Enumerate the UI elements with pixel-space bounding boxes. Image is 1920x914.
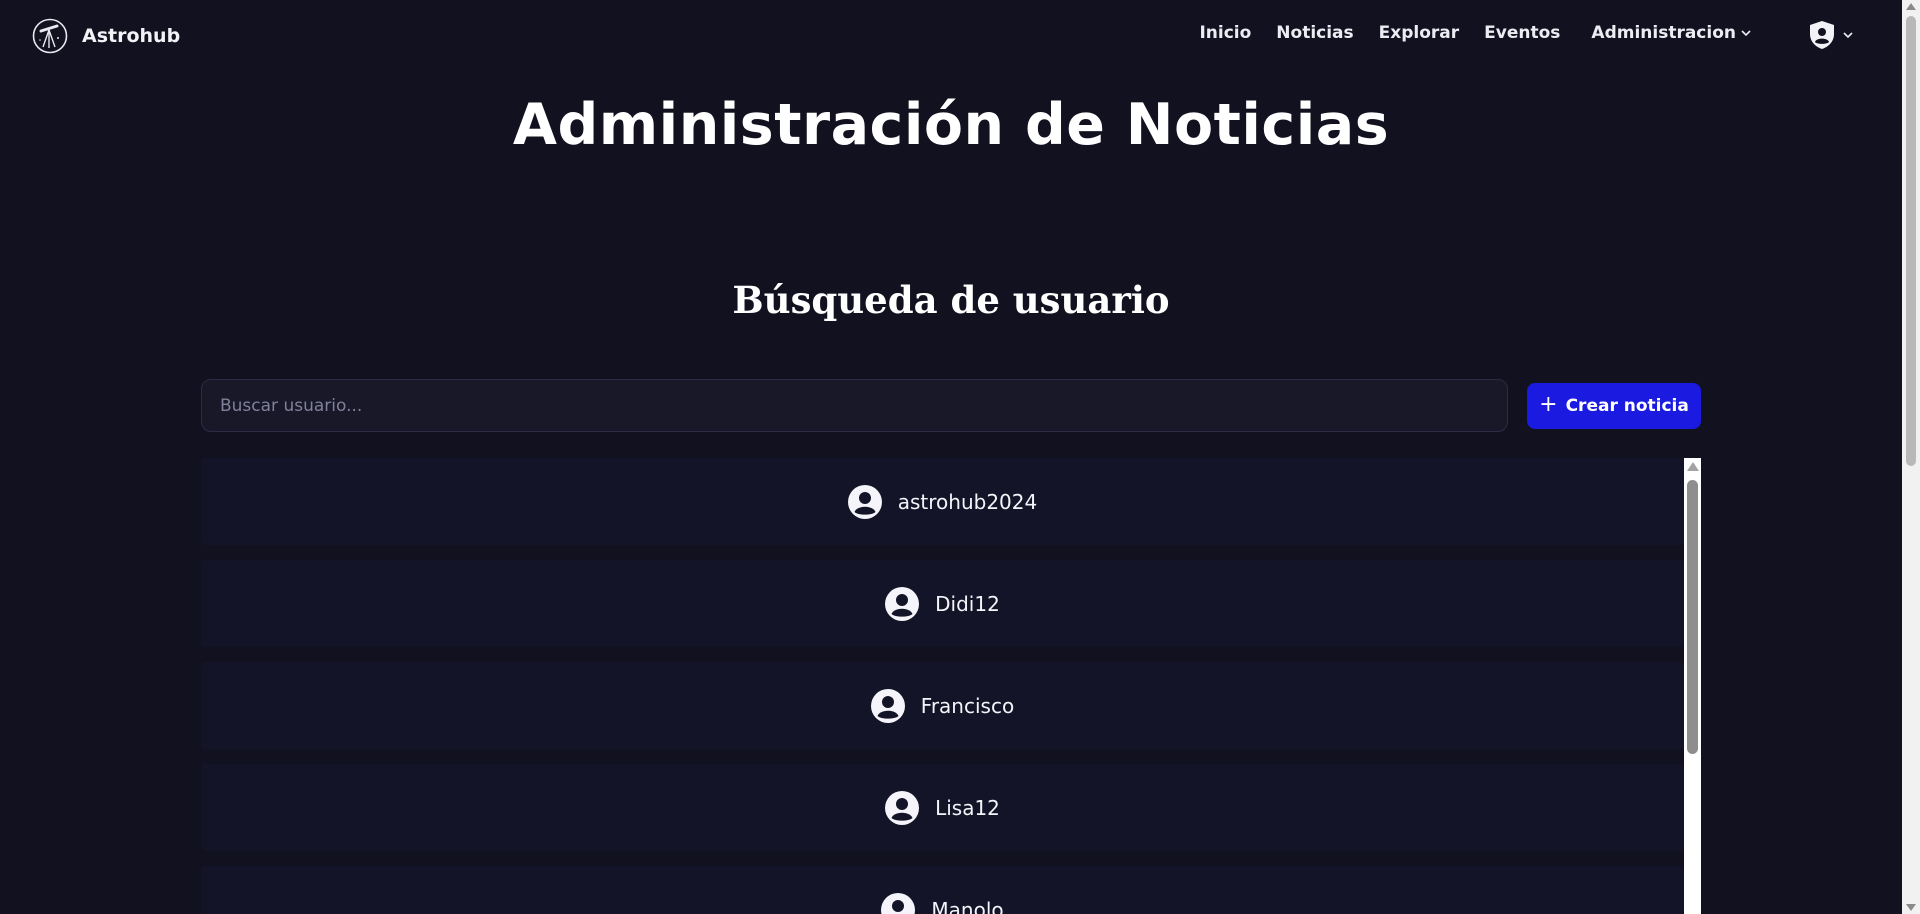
create-news-button[interactable]: + Crear noticia [1527,383,1701,429]
navbar: Astrohub Inicio Noticias Explorar Evento… [0,0,1902,72]
user-avatar-icon [847,484,882,519]
brand[interactable]: Astrohub [32,18,180,54]
username: Lisa12 [935,795,1000,820]
user-list: astrohub2024 Didi12 Francisco Lisa12 Man… [201,458,1701,914]
nav-dropdown-label: Administracion [1591,23,1736,43]
plus-icon: + [1539,392,1558,417]
username: Didi12 [935,591,1000,616]
scrollbar-thumb[interactable] [1687,480,1698,754]
window-scrollbar-thumb[interactable] [1906,16,1916,466]
user-avatar-icon [885,790,920,825]
user-avatar-icon [881,892,916,914]
user-menu[interactable] [1808,20,1854,50]
list-item[interactable]: Didi12 [201,560,1684,647]
username: astrohub2024 [897,489,1038,514]
telescope-logo-icon [32,18,68,54]
nav-links: Inicio Noticias Explorar Eventos Adminis… [1199,23,1752,43]
section-title: Búsqueda de usuario [732,278,1170,322]
list-item[interactable]: Lisa12 [201,764,1684,851]
scroll-up-arrow-icon[interactable] [1906,3,1916,10]
scroll-up-arrow-icon[interactable] [1687,462,1699,471]
search-input[interactable] [201,379,1508,432]
list-item[interactable]: Manolo [201,866,1684,914]
window-scrollbar[interactable] [1902,0,1920,914]
list-item[interactable]: Francisco [201,662,1684,749]
page-title: Administración de Noticias [512,92,1390,158]
username: Francisco [920,693,1015,718]
list-item[interactable]: astrohub2024 [201,458,1684,545]
shield-user-icon [1810,21,1834,49]
chevron-down-icon [1843,32,1853,39]
brand-name: Astrohub [82,25,181,47]
user-avatar-icon [885,586,920,621]
nav-link-noticias[interactable]: Noticias [1276,23,1353,43]
nav-link-eventos[interactable]: Eventos [1484,23,1560,43]
chevron-down-icon [1741,30,1751,37]
username: Manolo [931,897,1004,914]
nav-link-explorar[interactable]: Explorar [1379,23,1460,43]
user-list-scrollbar[interactable] [1684,458,1701,914]
nav-dropdown-administracion[interactable]: Administracion [1591,23,1752,43]
create-news-label: Crear noticia [1565,396,1689,416]
user-avatar-icon [870,688,905,723]
page: Astrohub Inicio Noticias Explorar Evento… [0,0,1920,914]
nav-link-inicio[interactable]: Inicio [1199,23,1251,43]
scroll-down-arrow-icon[interactable] [1906,904,1916,911]
